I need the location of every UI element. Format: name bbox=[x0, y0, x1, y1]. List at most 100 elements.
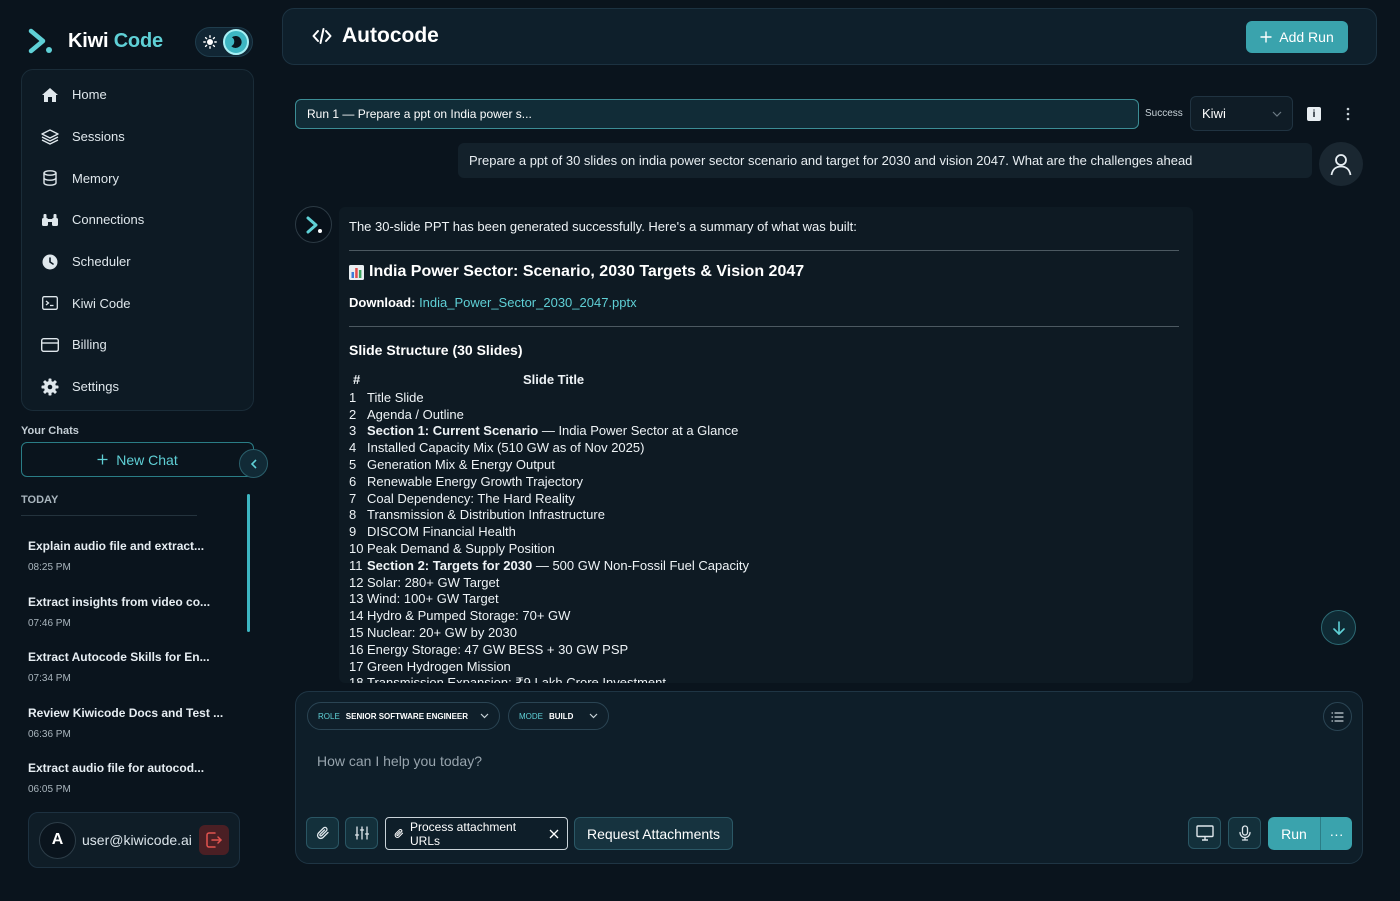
user-card: A user@kiwicode.ai bbox=[28, 812, 240, 868]
slide-title-text: Solar: 280+ GW Target bbox=[367, 574, 500, 590]
voice-input-button[interactable] bbox=[1228, 817, 1261, 849]
table-row: 4 Installed Capacity Mix (510 GW as of No… bbox=[349, 439, 1179, 456]
slide-number: 12 bbox=[349, 574, 364, 590]
sidebar-item-label: Home bbox=[72, 87, 107, 103]
slide-section-label: Section 1: Current Scenario bbox=[367, 423, 539, 439]
slide-title: Transmission & Distribution Infrastructu… bbox=[367, 507, 605, 522]
run-options-button[interactable]: ··· bbox=[1320, 817, 1352, 850]
chat-title: Review Kiwicode Docs and Test ... bbox=[28, 706, 224, 720]
slide-title: Wind: 100+ GW Target bbox=[367, 591, 499, 606]
chat-list-item[interactable]: Review Kiwicode Docs and Test ... 06:36 … bbox=[28, 706, 228, 740]
sidebar-item-connections[interactable]: Connections bbox=[32, 199, 243, 241]
chat-title: Extract audio file for autocod... bbox=[28, 761, 205, 775]
chat-time: 07:46 PM bbox=[28, 618, 71, 629]
slide-title-text: Agenda / Outline bbox=[367, 406, 464, 422]
download-link[interactable]: India_Power_Sector_2030_2047.pptx bbox=[419, 295, 637, 310]
slide-number: 13 bbox=[349, 591, 364, 607]
table-row: 9 DISCOM Financial Health bbox=[349, 523, 1179, 540]
chevron-down-icon bbox=[480, 713, 489, 719]
sidebar-item-settings[interactable]: Settings bbox=[32, 366, 243, 408]
run-button[interactable]: Run bbox=[1268, 826, 1320, 842]
column-header: # bbox=[353, 372, 361, 387]
role-select[interactable]: ROLE SENIOR SOFTWARE ENGINEER bbox=[307, 702, 500, 730]
structure-heading: Slide Structure (30 Slides) bbox=[349, 342, 523, 358]
terminal-icon bbox=[40, 293, 60, 313]
sidebar-item-label: Sessions bbox=[72, 129, 125, 145]
prompt-input[interactable]: How can I help you today? bbox=[317, 753, 482, 769]
sidebar-item-billing[interactable]: Billing bbox=[32, 324, 243, 366]
chevron-down-icon bbox=[589, 713, 598, 719]
sidebar-item-sessions[interactable]: Sessions bbox=[32, 116, 243, 158]
new-chat-button[interactable]: New Chat bbox=[21, 442, 254, 477]
chat-list-item[interactable]: Extract audio file for autocod... 06:05 … bbox=[28, 761, 228, 795]
chat-list-item[interactable]: Extract insights from video co... 07:46 … bbox=[28, 595, 228, 629]
bot-avatar-icon bbox=[295, 206, 332, 243]
run-selector[interactable]: Run 1 — Prepare a ppt on India power s..… bbox=[295, 99, 1139, 129]
home-icon bbox=[40, 85, 60, 105]
slide-number: 17 bbox=[349, 658, 364, 674]
slide-title: Generation Mix & Energy Output bbox=[367, 457, 555, 472]
sun-icon[interactable] bbox=[199, 31, 221, 53]
user-message: Prepare a ppt of 30 slides on india powe… bbox=[458, 143, 1312, 178]
slide-title: Renewable Energy Growth Trajectory bbox=[367, 474, 583, 489]
user-message-text: Prepare a ppt of 30 slides on india powe… bbox=[469, 153, 1193, 168]
chat-list-scrollbar[interactable] bbox=[247, 494, 250, 632]
close-icon[interactable] bbox=[549, 829, 559, 839]
kiwi-logo-icon bbox=[26, 27, 54, 55]
microphone-icon bbox=[1238, 825, 1251, 841]
slide-title: Solar: 280+ GW Target bbox=[367, 575, 499, 590]
chat-time: 08:25 PM bbox=[28, 562, 71, 573]
info-icon[interactable]: i bbox=[1307, 107, 1321, 121]
slide-number: 15 bbox=[349, 625, 364, 641]
role-key: ROLE bbox=[318, 711, 340, 721]
table-row: 3 Section 1: Current Scenario — India Pow… bbox=[349, 423, 1179, 440]
slide-number: 3 bbox=[349, 423, 357, 439]
mode-select[interactable]: MODE BUILD bbox=[508, 702, 609, 730]
table-header: # Slide Title bbox=[349, 372, 1179, 387]
chat-list-item[interactable]: Explain audio file and extract... 08:25 … bbox=[28, 539, 228, 573]
download-row: Download: India_Power_Sector_2030_2047.p… bbox=[349, 295, 637, 310]
slide-number: 2 bbox=[349, 406, 357, 422]
sidebar-item-memory[interactable]: Memory bbox=[32, 157, 243, 199]
arrow-down-icon bbox=[1332, 620, 1346, 635]
add-run-button[interactable]: Add Run bbox=[1246, 21, 1348, 53]
brand[interactable]: Kiwi Code bbox=[26, 27, 163, 55]
slide-title: Transmission Expansion: ₹9 Lakh Crore In… bbox=[367, 675, 666, 683]
attachment-chip[interactable]: Process attachment URLs bbox=[385, 817, 568, 850]
slide-title-text: Green Hydrogen Mission bbox=[367, 658, 511, 674]
logout-button[interactable] bbox=[199, 825, 229, 855]
your-chats-label: Your Chats bbox=[21, 425, 79, 437]
slide-section-label: Section 2: Targets for 2030 bbox=[367, 557, 533, 573]
slide-title: Agenda / Outline bbox=[367, 407, 464, 422]
slide-number: 16 bbox=[349, 641, 364, 657]
sidebar-item-scheduler[interactable]: Scheduler bbox=[32, 241, 243, 283]
model-select[interactable]: Kiwi bbox=[1190, 96, 1293, 131]
slide-title: Coal Dependency: The Hard Reality bbox=[367, 491, 575, 506]
logout-icon bbox=[205, 831, 223, 849]
sidebar-item-home[interactable]: Home bbox=[32, 74, 243, 116]
model-value: Kiwi bbox=[1202, 106, 1226, 121]
theme-toggle[interactable] bbox=[195, 27, 253, 57]
paperclip-icon bbox=[316, 826, 330, 840]
assistant-message: The 30-slide PPT has been generated succ… bbox=[339, 207, 1193, 683]
sidebar-item-label: Memory bbox=[72, 170, 119, 186]
task-list-button[interactable] bbox=[1323, 702, 1352, 731]
sidebar-item-kiwi-code[interactable]: Kiwi Code bbox=[32, 282, 243, 324]
slide-number: 8 bbox=[349, 507, 357, 523]
collapse-sidebar-button[interactable] bbox=[239, 449, 268, 478]
moon-icon[interactable] bbox=[223, 29, 249, 55]
slide-number: 5 bbox=[349, 457, 357, 473]
attach-button[interactable] bbox=[306, 817, 339, 849]
slide-number: 18 bbox=[349, 675, 364, 683]
request-attachments-button[interactable]: Request Attachments bbox=[574, 817, 733, 850]
chat-list-item[interactable]: Extract Autocode Skills for En... 07:34 … bbox=[28, 650, 228, 684]
sliders-icon bbox=[354, 826, 369, 840]
more-options-icon[interactable] bbox=[1342, 106, 1354, 122]
tools-button[interactable] bbox=[345, 817, 378, 849]
chat-title: Extract insights from video co... bbox=[28, 595, 211, 609]
screen-share-button[interactable] bbox=[1188, 817, 1221, 849]
avatar[interactable]: A bbox=[39, 821, 76, 859]
slide-number: 14 bbox=[349, 608, 364, 624]
table-row: 2 Agenda / Outline bbox=[349, 406, 1179, 423]
scroll-to-bottom-button[interactable] bbox=[1321, 610, 1356, 645]
